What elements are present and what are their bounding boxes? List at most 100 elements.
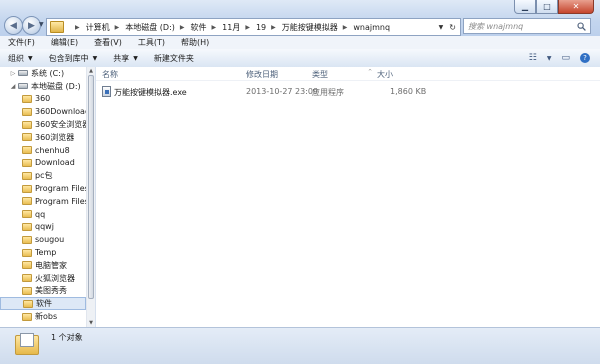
sidebar-item[interactable]: 软件: [0, 297, 86, 311]
sidebar-item[interactable]: Program Files: [0, 182, 86, 195]
scroll-down-icon[interactable]: ▼: [87, 319, 95, 327]
include-in-library-label: 包含到库中: [48, 53, 89, 63]
forward-arrow-icon: ▶: [28, 20, 35, 31]
sidebar-item[interactable]: 360: [0, 93, 86, 106]
menu-tools[interactable]: 工具(T): [130, 37, 173, 48]
sidebar-item[interactable]: ◢ 本地磁盘 (D:): [0, 80, 86, 93]
folder-icon: [15, 333, 39, 355]
navigation-pane[interactable]: ▷ 系统 (C:) ◢ 本地磁盘 (D:) 360 360Download 360安全浏览器…: [0, 67, 96, 327]
folder-icon: [22, 274, 32, 283]
breadcrumb-software[interactable]: 软件 ▶: [188, 19, 220, 35]
search-input[interactable]: 搜索 wnajmnq: [463, 18, 591, 34]
breadcrumb-root-chevron-icon[interactable]: ▶: [67, 19, 83, 35]
sidebar-item[interactable]: sougou: [0, 233, 86, 246]
sidebar-item[interactable]: 火狐浏览器: [0, 272, 86, 285]
sidebar-item[interactable]: ▷ 系统 (C:): [0, 67, 86, 80]
folder-icon: [22, 146, 32, 155]
file-row[interactable]: 万能按键模拟器.exe 2013-10-27 23:09 应用程序 1,860 …: [100, 85, 430, 99]
folder-icon: [22, 261, 32, 270]
column-type[interactable]: 类型: [312, 69, 328, 80]
file-name: 万能按键模拟器.exe: [114, 88, 187, 97]
scrollbar-thumb[interactable]: [88, 75, 94, 299]
sidebar-item-label: 美图秀秀: [35, 286, 67, 296]
details-pane: 1 个对象: [0, 327, 600, 364]
drive-icon: [18, 70, 28, 77]
breadcrumb-key-simulator[interactable]: 万能按键模拟器 ▶: [279, 19, 351, 35]
preview-pane-icon[interactable]: ▭: [561, 53, 570, 63]
sidebar-item-label: Download: [35, 158, 75, 168]
column-modified[interactable]: 修改日期: [246, 69, 278, 80]
close-button[interactable]: ✕: [558, 0, 594, 14]
sidebar-item[interactable]: pc包: [0, 169, 86, 182]
scroll-up-icon[interactable]: ▲: [87, 67, 95, 75]
drive-icon: [18, 83, 28, 90]
sort-indicator-icon: ^: [368, 69, 373, 75]
breadcrumb-november[interactable]: 11月 ▶: [219, 19, 253, 35]
title-bar: ▁ □ ✕ ◀ ▶ ▼ ▶ 计算机 ▶ 本地磁盘 (D:) ▶ 软件 ▶ 11月 ▶ 1…: [0, 0, 600, 36]
menu-edit[interactable]: 编辑(E): [43, 37, 86, 48]
breadcrumb-computer[interactable]: 计算机 ▶: [83, 19, 123, 35]
navigation-scrollbar[interactable]: ▲ ▼: [86, 67, 95, 327]
sidebar-item[interactable]: 美图秀秀: [0, 285, 86, 298]
change-view-icon[interactable]: ☷: [529, 53, 537, 63]
breadcrumb-wnajmnq[interactable]: wnajmnq: [350, 19, 393, 35]
sidebar-item-label: 360Download: [35, 107, 86, 117]
sidebar-item[interactable]: 360浏览器: [0, 131, 86, 144]
sidebar-item[interactable]: Temp: [0, 246, 86, 259]
new-folder-label: 新建文件夹: [153, 53, 194, 63]
folder-icon: [50, 21, 64, 33]
chevron-down-icon: ▼: [133, 54, 138, 62]
chevron-down-icon: ▼: [92, 54, 98, 62]
address-actions: ▼ ↻: [439, 23, 460, 32]
menu-help[interactable]: 帮助(H): [173, 37, 217, 48]
file-list[interactable]: 名称 修改日期 类型 ^ 大小 万能按键模拟器.exe 2013-10-27 2…: [96, 67, 600, 327]
view-dropdown-icon[interactable]: ▼: [547, 55, 552, 62]
sidebar-item[interactable]: 电脑管家: [0, 259, 86, 272]
expanded-arrow-icon[interactable]: ◢: [8, 83, 18, 90]
include-in-library-button[interactable]: 包含到库中 ▼: [41, 53, 106, 64]
window-controls: ▁ □ ✕: [514, 0, 594, 14]
menu-file[interactable]: 文件(F): [0, 37, 43, 48]
file-size: 1,860 KB: [390, 87, 427, 96]
folder-icon: [22, 107, 32, 116]
column-size[interactable]: 大小: [377, 69, 393, 80]
refresh-icon[interactable]: ↻: [449, 23, 456, 32]
sidebar-item[interactable]: Program Files: [0, 195, 86, 208]
folder-icon: [23, 299, 33, 308]
history-dropdown-icon[interactable]: ▼: [439, 24, 444, 31]
recent-pages-dropdown-icon[interactable]: ▼: [39, 21, 44, 28]
sidebar-item-label: 电脑管家: [35, 260, 67, 270]
menu-bar: 文件(F) 编辑(E) 查看(V) 工具(T) 帮助(H): [0, 36, 600, 50]
sidebar-item[interactable]: qq: [0, 208, 86, 221]
collapsed-arrow-icon[interactable]: ▷: [8, 70, 18, 77]
minimize-button[interactable]: ▁: [514, 0, 536, 14]
file-modified: 2013-10-27 23:09: [246, 87, 319, 96]
sidebar-item[interactable]: qqwj: [0, 221, 86, 234]
help-icon[interactable]: ?: [580, 53, 590, 63]
sidebar-item[interactable]: Download: [0, 157, 86, 170]
maximize-button[interactable]: □: [536, 0, 558, 14]
column-headers: 名称 修改日期 类型 ^ 大小: [96, 67, 600, 81]
back-button[interactable]: ◀: [4, 16, 23, 35]
chevron-down-icon: ▼: [28, 54, 33, 62]
breadcrumb-drive-d[interactable]: 本地磁盘 (D:) ▶: [122, 19, 187, 35]
breadcrumb-19[interactable]: 19 ▶: [253, 19, 279, 35]
address-bar[interactable]: ▶ 计算机 ▶ 本地磁盘 (D:) ▶ 软件 ▶ 11月 ▶ 19 ▶ 万能按键模拟器 ▶ …: [46, 18, 461, 36]
share-button[interactable]: 共享 ▼: [105, 53, 146, 64]
sidebar-item-label: Program Files: [35, 184, 86, 194]
sidebar-item-label: qq: [35, 209, 46, 219]
new-folder-button[interactable]: 新建文件夹: [146, 53, 202, 64]
sidebar-item-label: 软件: [36, 299, 52, 309]
sidebar-item[interactable]: 360Download: [0, 105, 86, 118]
organize-button[interactable]: 组织 ▼: [0, 53, 41, 64]
sidebar-item[interactable]: chenhu8: [0, 144, 86, 157]
sidebar-item[interactable]: 新obs: [0, 310, 86, 323]
column-name[interactable]: 名称: [102, 69, 118, 80]
sidebar-item-label: 本地磁盘 (D:): [31, 81, 81, 91]
command-bar: 组织 ▼ 包含到库中 ▼ 共享 ▼ 新建文件夹 ☷ ▼ ▭ ?: [0, 49, 600, 68]
search-icon[interactable]: [577, 21, 586, 31]
sidebar-item[interactable]: 360安全浏览器: [0, 118, 86, 131]
folder-icon: [22, 197, 32, 206]
breadcrumb-label: 软件: [190, 22, 207, 32]
menu-view[interactable]: 查看(V): [86, 37, 130, 48]
